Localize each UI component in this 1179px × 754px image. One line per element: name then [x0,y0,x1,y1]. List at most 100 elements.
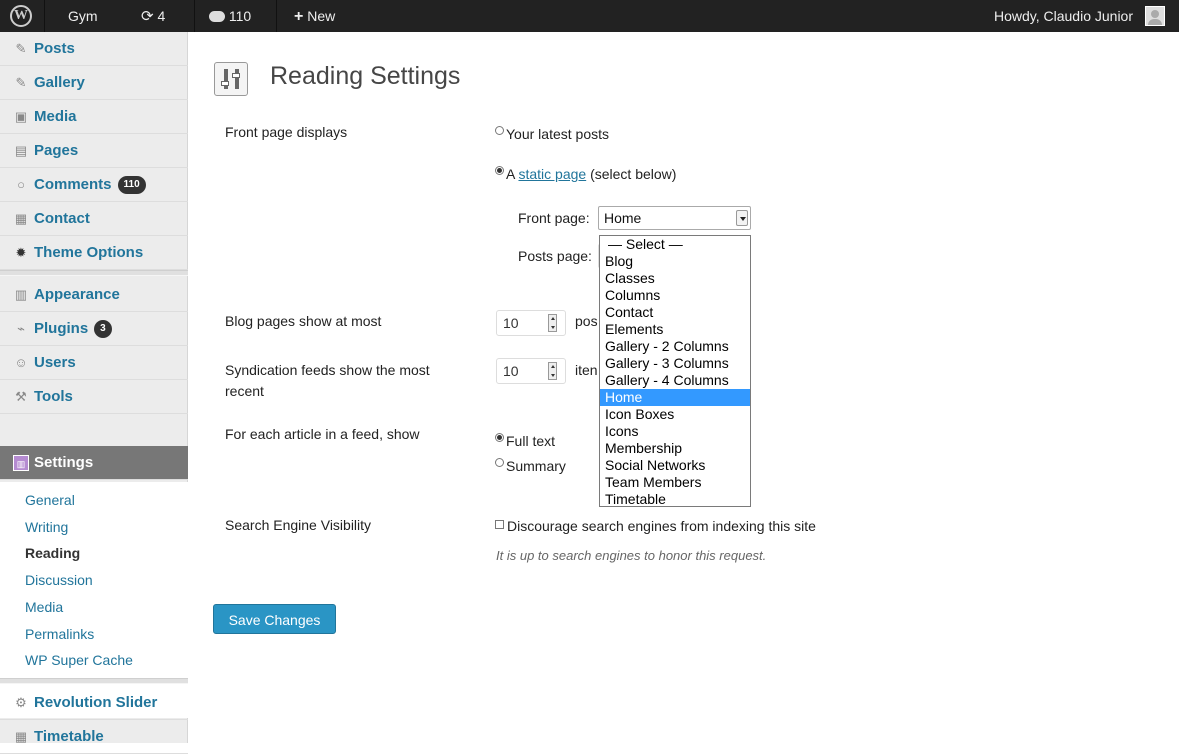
menu-item-theme-options[interactable]: ✹ Theme Options [0,236,188,270]
menu-item-users[interactable]: ☺ Users [0,346,188,380]
menu-item-label: Pages [34,142,79,159]
dropdown-option[interactable]: Gallery - 2 Columns [600,338,750,355]
page-title: Reading Settings [270,62,461,90]
howdy-user-link[interactable]: Howdy, Claudio Junior [994,0,1133,32]
menu-item-pages[interactable]: ▤ Pages [0,134,188,168]
settings-sliders-icon [214,62,248,96]
static-prefix: A [506,166,515,182]
dropdown-option[interactable]: Timetable [600,491,750,508]
plugins-label: Plugins [34,320,89,337]
full-text-label: Full text [506,433,556,449]
submenu-media[interactable]: Media [25,599,63,615]
admin-sidebar: ✎ Posts ✎ Gallery ▣ Media ▤ Pages ○ Comm… [0,32,200,754]
pushpin-icon: ✎ [15,75,27,90]
save-changes-button[interactable]: Save Changes [213,604,336,634]
menu-item-label: Timetable [34,728,104,745]
menu-item-contact[interactable]: ▦ Contact [0,202,188,236]
dropdown-option[interactable]: Membership [600,440,750,457]
option-static-page[interactable]: A static page (select below) [495,166,676,182]
submenu-wp-super-cache[interactable]: WP Super Cache [25,652,133,668]
menu-item-revolution-slider[interactable]: ⚙ Revolution Slider [0,686,188,720]
static-suffix: (select below) [590,166,677,182]
static-page-link[interactable]: static page [518,166,586,182]
dropdown-option[interactable]: Team Members [600,474,750,491]
comments-count-badge: 110 [117,176,146,194]
dropdown-option[interactable]: Social Networks [600,457,750,474]
menu-item-posts[interactable]: ✎ Posts [0,32,188,66]
menu-item-tools[interactable]: ⚒ Tools [0,380,188,414]
avatar[interactable] [1145,6,1165,26]
posts-per-page-stepper[interactable]: 10 [496,310,566,336]
front-page-select[interactable]: Home [598,206,751,230]
settings-icon: ▥ [13,455,29,471]
posts-unit-label: pos [575,313,598,329]
refresh-icon: ⟳ [141,8,154,25]
submenu-reading[interactable]: Reading [25,545,80,561]
spinner-arrows-icon[interactable] [548,314,557,332]
front-page-select-value: Home [604,210,642,226]
feed-article-label: For each article in a feed, show [225,426,420,442]
gear-icon: ⚙ [15,695,27,710]
submenu-general[interactable]: General [25,492,75,508]
dropdown-option[interactable]: Contact [600,304,750,321]
contact-form-icon: ▦ [14,211,28,226]
menu-item-label: Media [34,108,77,125]
chevron-down-icon[interactable] [736,210,748,226]
dropdown-option-selected[interactable]: Home [600,389,750,406]
comments-link[interactable]: 110 [209,0,251,32]
plus-icon: + [294,8,304,25]
pages-icon: ▤ [14,143,28,158]
menu-item-media[interactable]: ▣ Media [0,100,188,134]
spinner-arrows-icon[interactable] [548,362,557,380]
dropdown-option[interactable]: Gallery - 4 Columns [600,372,750,389]
submenu-discussion[interactable]: Discussion [25,572,93,588]
new-content-link[interactable]: + New [294,0,335,32]
dropdown-option[interactable]: — Select — [600,236,750,253]
feed-items-stepper[interactable]: 10 [496,358,566,384]
menu-item-label: Comments 110 [34,168,146,202]
comment-bubble-icon [209,11,225,22]
comments-label: Comments [34,176,112,193]
dropdown-option[interactable]: Blog [600,253,750,270]
menu-item-timetable[interactable]: ▦ Timetable [0,720,188,754]
dropdown-option[interactable]: Icons [600,423,750,440]
dropdown-option[interactable]: Icon Boxes [600,406,750,423]
submenu-permalinks[interactable]: Permalinks [25,626,94,642]
option-full-text[interactable]: Full text [495,433,555,449]
option-summary[interactable]: Summary [495,458,566,474]
menu-item-settings[interactable]: ▥ Settings [0,446,200,480]
menu-separator [0,678,188,684]
radio-latest-posts[interactable] [495,126,504,135]
menu-item-appearance[interactable]: ▥ Appearance [0,278,188,312]
menu-item-label: Appearance [34,286,120,303]
summary-label: Summary [506,458,566,474]
menu-item-label: Gallery [34,74,85,91]
updates-link[interactable]: ⟳ 4 [141,0,165,32]
front-page-select-label: Front page: [518,210,590,226]
option-latest-posts-label: Your latest posts [506,126,609,142]
menu-item-label: Revolution Slider [34,694,158,711]
dropdown-option[interactable]: Elements [600,321,750,338]
radio-full-text[interactable] [495,433,504,442]
menu-item-label: Settings [34,454,94,471]
submenu-writing[interactable]: Writing [25,519,68,535]
discourage-search-option[interactable]: Discourage search engines from indexing … [495,518,816,534]
menu-item-comments[interactable]: ○ Comments 110 [0,168,188,202]
menu-item-plugins[interactable]: ⌁ Plugins 3 [0,312,188,346]
dropdown-option[interactable]: Columns [600,287,750,304]
feed-items-value: 10 [503,363,519,379]
wordpress-logo-icon[interactable]: W [10,5,32,27]
pushpin-icon: ✎ [15,41,27,56]
menu-item-gallery[interactable]: ✎ Gallery [0,66,188,100]
dropdown-option[interactable]: Classes [600,270,750,287]
discourage-search-checkbox[interactable] [495,520,504,529]
menu-separator [0,270,188,276]
search-visibility-description: It is up to search engines to honor this… [496,548,767,563]
option-latest-posts[interactable]: Your latest posts [495,126,609,142]
search-visibility-label: Search Engine Visibility [225,517,372,533]
site-name-link[interactable]: Gym [68,0,98,32]
radio-static-page[interactable] [495,166,504,175]
radio-summary[interactable] [495,458,504,467]
dropdown-option[interactable]: Gallery - 3 Columns [600,355,750,372]
front-page-dropdown-list: — Select — Blog Classes Columns Contact … [599,235,751,507]
